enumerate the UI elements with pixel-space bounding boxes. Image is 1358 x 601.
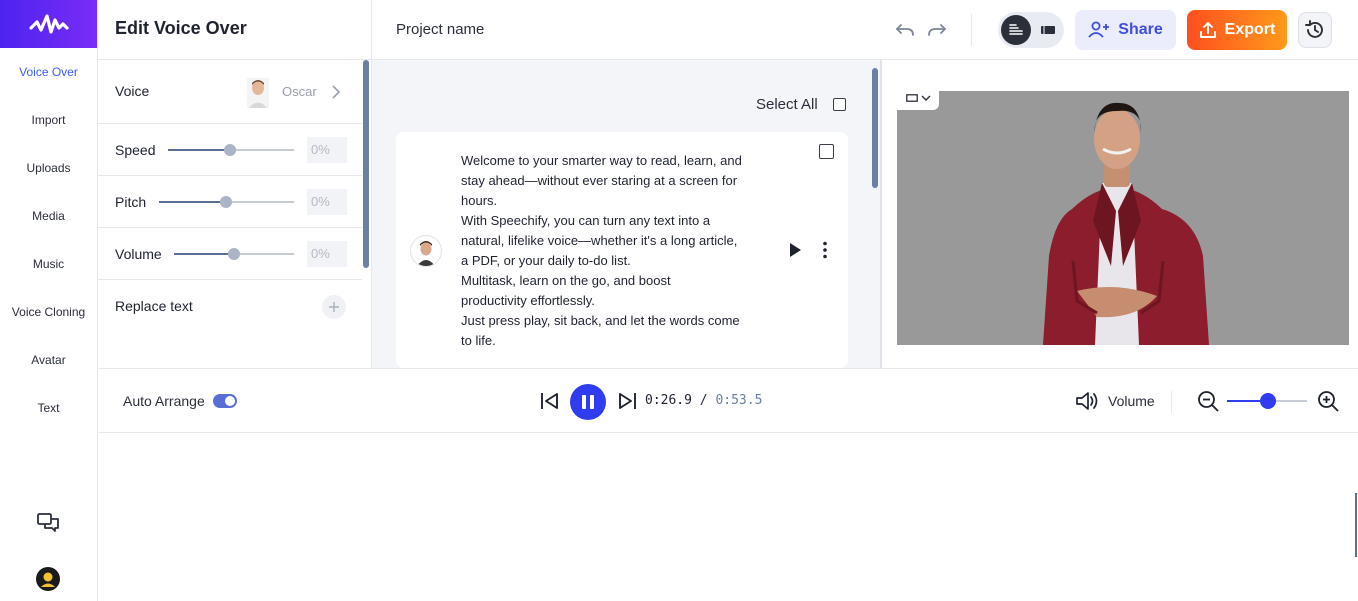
speed-label: Speed [115,142,156,158]
top-bar: Project name Share Export [372,0,1358,60]
app-root: Voice Over Import Uploads Media Music Vo… [0,0,1358,601]
undo-icon[interactable] [893,19,917,41]
auto-arrange-label: Auto Arrange [123,393,205,409]
preview-stage[interactable] [897,91,1349,345]
pause-button[interactable] [570,384,606,420]
script-area: Select All Welcome to your smarter way t… [372,60,883,368]
time-display: 0:26.9 / 0:53.5 [645,393,762,408]
nav-text[interactable]: Text [0,401,97,415]
share-label: Share [1118,21,1163,38]
select-all-label[interactable]: Select All [756,96,818,113]
project-name[interactable]: Project name [396,21,484,38]
replace-text-row[interactable]: Replace text [98,280,362,332]
chevron-down-icon [921,95,930,101]
skip-back-icon[interactable] [540,392,560,415]
volume-value[interactable]: 0% [307,241,347,267]
speaker-icon[interactable] [1075,390,1099,417]
speed-value[interactable]: 0% [307,137,347,163]
volume-control-label[interactable]: Volume [1108,393,1155,409]
nav-media[interactable]: Media [0,209,97,223]
voice-avatar [247,78,269,108]
nav-voice-over[interactable]: Voice Over [0,65,97,79]
volume-row: Volume 0% [98,228,362,280]
volume-slider[interactable] [174,248,294,260]
panel-title: Edit Voice Over [115,18,247,38]
waveform-logo-icon [28,14,69,34]
edit-voice-over-panel: Edit Voice Over Voice Oscar Speed 0% Pit… [98,0,372,368]
add-user-icon [1088,21,1110,38]
nav-avatar[interactable]: Avatar [0,353,97,367]
zoom-slider[interactable] [1227,393,1307,409]
chevron-right-icon [332,85,341,104]
timeline-area[interactable] [99,433,1358,601]
rectangle-icon [905,94,918,102]
edit-panel-scrollbar[interactable] [363,60,369,268]
view-mode-toggle [998,12,1064,48]
pitch-slider-fill [159,201,226,203]
time-separator: / [699,393,708,408]
speed-slider-knob[interactable] [224,144,236,156]
zoom-slider-knob[interactable] [1260,393,1276,409]
more-options-icon[interactable] [822,241,828,264]
plus-icon[interactable] [322,295,346,319]
switch-knob [225,396,235,406]
pitch-row: Pitch 0% [98,176,362,228]
zoom-in-icon[interactable] [1317,390,1339,417]
current-time: 0:26.9 [645,393,692,408]
nav-import[interactable]: Import [0,113,97,127]
voice-label: Voice [115,83,150,99]
history-button[interactable] [1298,12,1332,48]
volume-slider-fill [174,253,234,255]
auto-arrange-switch[interactable] [213,394,237,408]
volume-slider-knob[interactable] [228,248,240,260]
speed-slider[interactable] [168,144,294,156]
skip-forward-icon[interactable] [617,392,637,415]
divider [1171,391,1172,413]
app-logo[interactable] [0,0,97,48]
share-button[interactable]: Share [1075,10,1176,50]
script-block-card[interactable]: Welcome to your smarter way to read, lea… [396,132,848,368]
redo-icon[interactable] [925,19,949,41]
avatar-presenter [1043,102,1209,345]
export-button[interactable]: Export [1187,10,1287,50]
history-icon [1305,20,1323,38]
left-nav: Voice Over Import Uploads Media Music Vo… [0,0,98,601]
voice-row[interactable]: Voice Oscar [98,60,362,124]
export-label: Export [1224,21,1276,38]
timeline-scroll-edge[interactable] [1355,493,1357,557]
aspect-ratio-button[interactable] [897,86,939,110]
script-text[interactable]: Welcome to your smarter way to read, lea… [461,151,761,351]
select-all-checkbox[interactable] [833,98,846,111]
nav-music[interactable]: Music [0,257,97,271]
speed-slider-fill [168,149,230,151]
voice-avatar-small [410,235,442,267]
script-scrollbar[interactable] [872,68,878,188]
pitch-value[interactable]: 0% [307,189,347,215]
pitch-label: Pitch [115,194,147,210]
voice-value: Oscar [282,84,317,99]
block-checkbox[interactable] [819,144,834,159]
pitch-slider-knob[interactable] [220,196,232,208]
total-time: 0:53.5 [715,393,763,408]
script-view-icon[interactable] [1001,15,1031,45]
play-block-icon[interactable] [788,242,802,263]
nav-uploads[interactable]: Uploads [0,161,97,175]
upload-icon [1199,22,1216,38]
zoom-out-icon[interactable] [1197,390,1219,417]
user-avatar[interactable] [36,567,60,596]
volume-label: Volume [115,246,162,262]
playback-bar: Auto Arrange 0:26.9 / 0:53.5 Volume [99,368,1358,433]
speed-row: Speed 0% [98,124,362,176]
pitch-slider[interactable] [159,196,294,208]
video-view-icon[interactable] [1034,15,1062,45]
chat-icon[interactable] [36,512,60,539]
divider [971,14,972,46]
video-preview [882,60,1358,368]
replace-text-label: Replace text [115,298,193,314]
nav-voice-cloning[interactable]: Voice Cloning [0,305,97,319]
pause-icon [582,395,594,409]
